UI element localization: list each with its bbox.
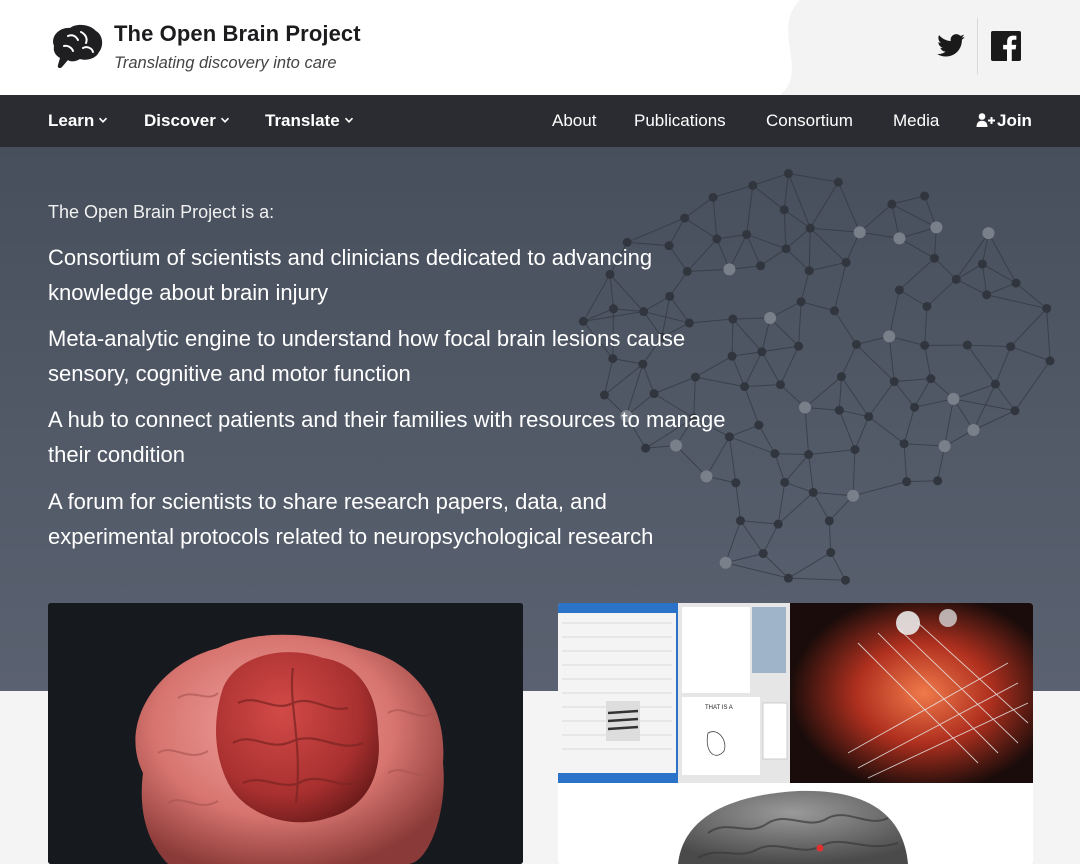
brain-3d-image (48, 603, 523, 864)
nav-publications[interactable]: Publications (634, 95, 726, 147)
brain-logo-icon[interactable] (48, 22, 104, 72)
nav-consortium[interactable]: Consortium (766, 95, 853, 147)
nav-discover-label: Discover (144, 111, 216, 130)
clinical-collage-image: THAT IS A (558, 603, 1033, 864)
nav-learn[interactable]: Learn (48, 95, 108, 147)
main-navbar: Learn Discover Translate About Publicati… (0, 95, 1080, 147)
add-user-icon (976, 113, 995, 128)
hero-intro: The Open Brain Project is a: (48, 202, 275, 222)
social-divider (977, 18, 978, 74)
hero-item-meta-analytic: Meta-analytic engine to understand how f… (48, 326, 686, 386)
brain-lesion-card[interactable] (48, 603, 523, 864)
hero-item-forum: A forum for scientists to share research… (48, 489, 654, 549)
hero-item-consortium: Consortium of scientists and clinicians … (48, 245, 653, 305)
nav-discover[interactable]: Discover (144, 95, 230, 147)
chevron-down-icon (344, 117, 353, 123)
nav-translate-label: Translate (265, 111, 340, 130)
nav-about[interactable]: About (552, 95, 596, 147)
nav-translate[interactable]: Translate (265, 95, 354, 147)
chevron-down-icon (220, 117, 229, 123)
site-tagline: Translating discovery into care (114, 54, 337, 72)
facebook-icon[interactable] (991, 31, 1021, 61)
monitor-caption: THAT IS A (705, 705, 733, 711)
site-header: The Open Brain Project Translating disco… (0, 0, 1080, 95)
chevron-down-icon (99, 117, 108, 123)
hero-item-hub: A hub to connect patients and their fami… (48, 407, 726, 467)
nav-learn-label: Learn (48, 111, 95, 130)
clinical-research-card[interactable]: THAT IS A (558, 603, 1033, 864)
twitter-icon[interactable] (935, 31, 967, 61)
nav-join[interactable]: Join (976, 95, 1032, 147)
nav-media[interactable]: Media (893, 95, 939, 147)
nav-join-label: Join (997, 111, 1032, 130)
site-title[interactable]: The Open Brain Project (114, 21, 361, 47)
